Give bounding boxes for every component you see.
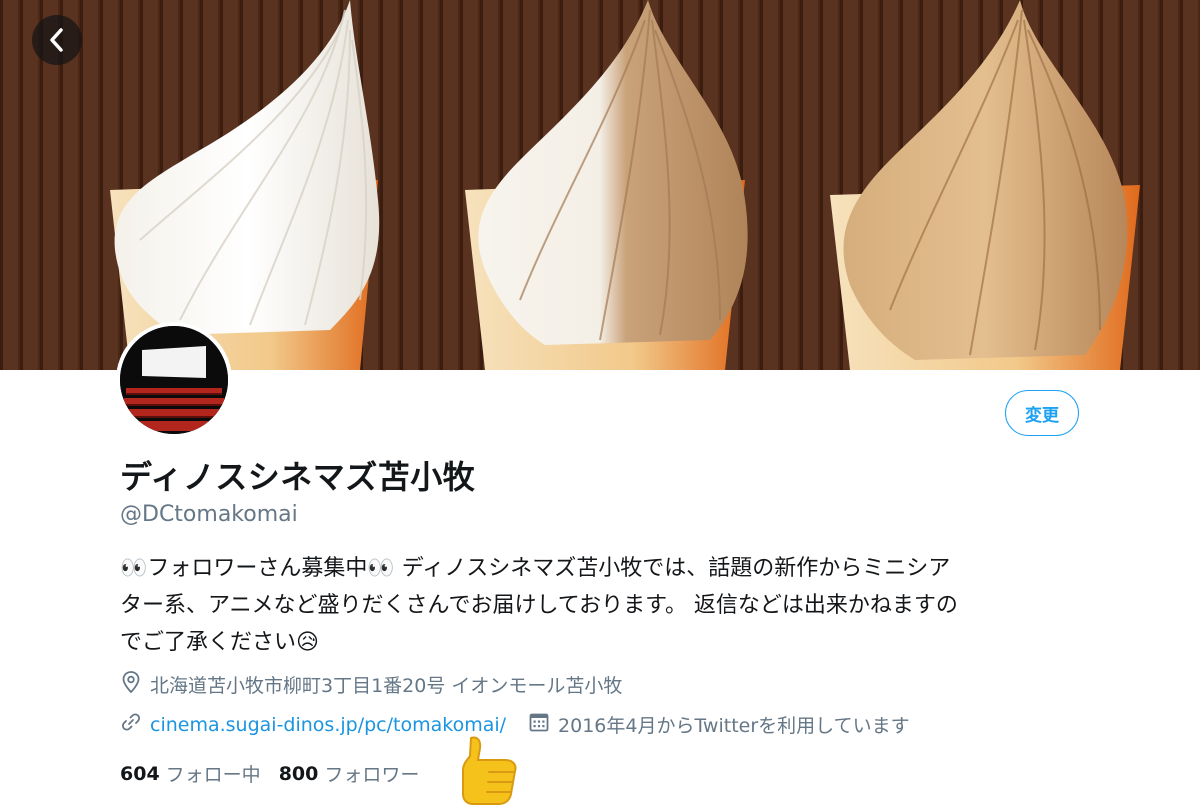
calendar-icon: [528, 711, 550, 738]
followers-label: フォロワー: [324, 764, 420, 786]
chevron-left-icon: [50, 28, 63, 52]
following-label: フォロー中: [165, 764, 261, 786]
profile-banner: [0, 0, 1200, 370]
link-icon: [120, 711, 142, 738]
following-count: 604: [120, 762, 160, 785]
back-button[interactable]: [32, 15, 82, 65]
user-handle: @DCtomakomai: [120, 502, 298, 527]
display-name: ディノスシネマズ苫小牧: [120, 458, 476, 496]
edit-profile-button[interactable]: 変更: [1005, 390, 1079, 436]
cinema-theater-avatar-image: [120, 326, 228, 434]
followers-count: 800: [278, 762, 319, 785]
banner-image-soft-serve: [110, 0, 1140, 370]
website-link[interactable]: cinema.sugai-dinos.jp/pc/tomakomai/: [150, 714, 506, 736]
joined-date-text: 2016年4月からTwitterを利用しています: [558, 715, 910, 737]
following-stat[interactable]: 604 フォロー中: [120, 760, 261, 787]
bio-line: 👀フォロワーさん募集中👀 ディノスシネマズ苫小牧では、話題の新作からミニシア: [120, 556, 951, 581]
bio-line: ター系、アニメなど盛りだくさんでお届けしております。 返信などは出来かねますの: [120, 593, 958, 618]
location-text: 北海道苫小牧市柳町3丁目1番20号 イオンモール苫小牧: [150, 675, 623, 697]
map-pin-icon: [120, 670, 142, 699]
follow-stats: 604 フォロー中 800 フォロワー: [120, 760, 419, 787]
bio-line: でご了承ください😥: [120, 630, 319, 655]
profile-location: 北海道苫小牧市柳町3丁目1番20号 イオンモール苫小牧: [120, 670, 622, 699]
profile-bio: 👀フォロワーさん募集中👀 ディノスシネマズ苫小牧では、話題の新作からミニシア タ…: [120, 550, 1120, 661]
avatar[interactable]: [116, 322, 232, 438]
thumbs-up-emoji: [462, 736, 517, 805]
followers-stat[interactable]: 800 フォロワー: [279, 760, 420, 787]
